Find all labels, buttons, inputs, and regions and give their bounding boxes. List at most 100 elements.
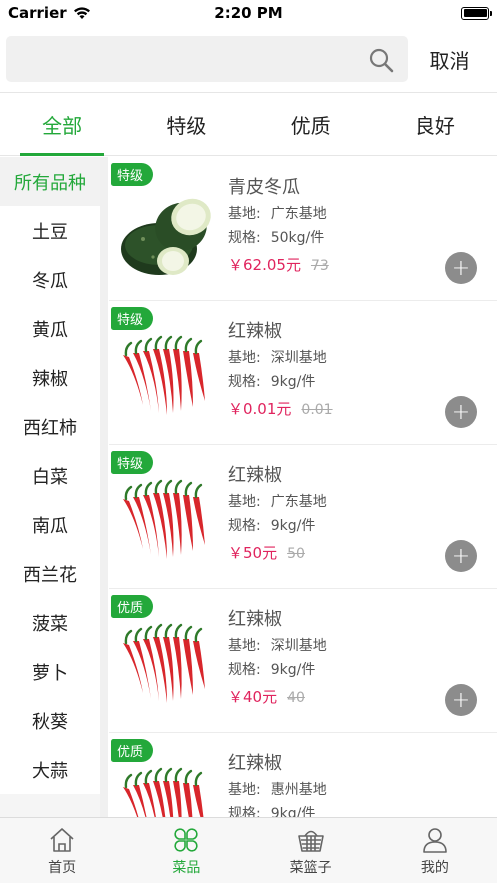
wifi-icon xyxy=(73,7,90,19)
nav-home[interactable]: 首页 xyxy=(0,818,124,883)
product-card[interactable]: 特级 红辣椒 基地: 深圳基地 规格: 9kg/件 ￥0.01元 0.01 + xyxy=(109,301,497,445)
add-to-basket-button[interactable]: + xyxy=(445,540,477,572)
spec-label: 规格: xyxy=(228,518,261,534)
origin-value: 广东基地 xyxy=(270,494,327,510)
spec-label: 规格: xyxy=(228,662,261,678)
product-list: 特级 青皮冬瓜 基地: 广东基地 规格: 50kg/件 ￥62.05元 73 + xyxy=(109,157,497,817)
category-item[interactable]: 大蒜 xyxy=(0,745,100,794)
add-to-basket-button[interactable]: + xyxy=(445,396,477,428)
category-item[interactable]: 白菜 xyxy=(0,451,100,500)
red-pepper-image xyxy=(123,623,205,703)
spec-value: 9kg/件 xyxy=(270,662,316,678)
product-name: 红辣椒 xyxy=(228,609,282,630)
add-to-basket-button[interactable]: + xyxy=(445,252,477,284)
tab-good[interactable]: 良好 xyxy=(373,93,497,155)
spec-label: 规格: xyxy=(228,374,261,390)
bottom-nav: 首页 菜品 菜篮子 我的 xyxy=(0,817,497,883)
current-price: ￥0.01元 xyxy=(228,400,292,418)
product-price: ￥0.01元 0.01 xyxy=(228,398,333,419)
tab-all[interactable]: 全部 xyxy=(0,93,124,156)
original-price: 40 xyxy=(287,690,305,706)
category-item[interactable]: 黄瓜 xyxy=(0,304,100,353)
search-box xyxy=(6,36,408,82)
category-item[interactable]: 萝卜 xyxy=(0,647,100,696)
spec-label: 规格: xyxy=(228,230,261,246)
grade-badge: 特级 xyxy=(111,307,154,330)
category-sidebar: 所有品种 土豆 冬瓜 黄瓜 辣椒 西红柿 白菜 南瓜 西兰花 菠菜 萝卜 秋葵 … xyxy=(0,157,100,817)
product-card[interactable]: 优质 红辣椒 基地: 深圳基地 规格: 9kg/件 ￥40元 40 + xyxy=(109,589,497,733)
product-spec: 规格: 9kg/件 xyxy=(228,515,315,535)
product-origin: 基地: 深圳基地 xyxy=(228,635,327,655)
origin-value: 深圳基地 xyxy=(270,638,327,654)
product-origin: 基地: 深圳基地 xyxy=(228,347,327,367)
clover-icon xyxy=(174,827,199,852)
origin-value: 广东基地 xyxy=(270,206,327,222)
tab-premium[interactable]: 特级 xyxy=(124,93,248,155)
category-item[interactable]: 菠菜 xyxy=(0,598,100,647)
red-pepper-image xyxy=(123,335,205,415)
category-item[interactable]: 西红柿 xyxy=(0,402,100,451)
tab-quality[interactable]: 优质 xyxy=(249,93,373,155)
search-input[interactable] xyxy=(6,36,408,82)
product-name: 红辣椒 xyxy=(228,465,282,486)
category-item[interactable]: 冬瓜 xyxy=(0,255,100,304)
origin-label: 基地: xyxy=(228,350,261,366)
origin-label: 基地: xyxy=(228,782,261,798)
search-bar: 取消 xyxy=(0,26,497,92)
product-name: 红辣椒 xyxy=(228,753,282,774)
grade-tabs: 全部 特级 优质 良好 xyxy=(0,92,497,156)
basket-icon xyxy=(297,830,324,852)
grade-badge: 特级 xyxy=(111,163,154,186)
current-price: ￥40元 xyxy=(228,688,278,706)
add-to-basket-button[interactable]: + xyxy=(445,684,477,716)
nav-profile[interactable]: 我的 xyxy=(373,818,497,883)
product-card[interactable]: 优质 红辣椒 基地: 惠州基地 规格: 9kg/件 xyxy=(109,733,497,817)
spec-value: 50kg/件 xyxy=(270,230,325,246)
spec-value: 9kg/件 xyxy=(270,374,316,390)
product-origin: 基地: 广东基地 xyxy=(228,491,327,511)
grade-badge: 优质 xyxy=(111,739,154,762)
category-item-all[interactable]: 所有品种 xyxy=(0,157,100,206)
product-name: 青皮冬瓜 xyxy=(228,177,300,198)
plus-icon: + xyxy=(451,687,471,713)
red-pepper-image xyxy=(123,479,205,559)
origin-label: 基地: xyxy=(228,494,261,510)
winter-melon-image xyxy=(121,198,211,275)
nav-profile-label: 我的 xyxy=(420,859,449,876)
original-price: 73 xyxy=(310,258,329,274)
spec-value: 9kg/件 xyxy=(270,518,316,534)
category-item[interactable]: 辣椒 xyxy=(0,353,100,402)
carrier-label: Carrier xyxy=(8,4,67,22)
nav-dishes[interactable]: 菜品 xyxy=(124,818,248,883)
product-origin: 基地: 惠州基地 xyxy=(228,779,327,799)
spec-label: 规格: xyxy=(228,806,261,817)
grade-badge: 特级 xyxy=(111,451,154,474)
battery-icon xyxy=(461,6,492,20)
current-price: ￥50元 xyxy=(228,544,278,562)
nav-home-label: 首页 xyxy=(48,859,77,876)
status-left: Carrier xyxy=(8,4,91,22)
current-price: ￥62.05元 xyxy=(228,256,301,274)
category-item[interactable]: 西兰花 xyxy=(0,549,100,598)
original-price: 50 xyxy=(287,546,305,562)
product-card[interactable]: 特级 青皮冬瓜 基地: 广东基地 规格: 50kg/件 ￥62.05元 73 + xyxy=(109,157,497,301)
plus-icon: + xyxy=(451,399,471,425)
product-name: 红辣椒 xyxy=(228,321,282,342)
origin-value: 惠州基地 xyxy=(270,782,327,798)
sidebar-scrollbar[interactable] xyxy=(100,157,108,817)
product-price: ￥62.05元 73 xyxy=(228,254,329,275)
status-bar: Carrier 2:20 PM xyxy=(0,0,497,26)
search-icon[interactable] xyxy=(368,47,394,73)
cancel-button[interactable]: 取消 xyxy=(408,45,491,74)
origin-label: 基地: xyxy=(228,638,261,654)
category-item[interactable]: 秋葵 xyxy=(0,696,100,745)
nav-basket[interactable]: 菜篮子 xyxy=(249,818,373,883)
original-price: 0.01 xyxy=(301,402,333,418)
product-card[interactable]: 特级 红辣椒 基地: 广东基地 规格: 9kg/件 ￥50元 50 + xyxy=(109,445,497,589)
plus-icon: + xyxy=(451,543,471,569)
category-item[interactable]: 土豆 xyxy=(0,206,100,255)
product-spec: 规格: 50kg/件 xyxy=(228,227,324,247)
category-item[interactable]: 南瓜 xyxy=(0,500,100,549)
spec-value: 9kg/件 xyxy=(270,806,316,817)
product-price: ￥50元 50 xyxy=(228,542,305,563)
